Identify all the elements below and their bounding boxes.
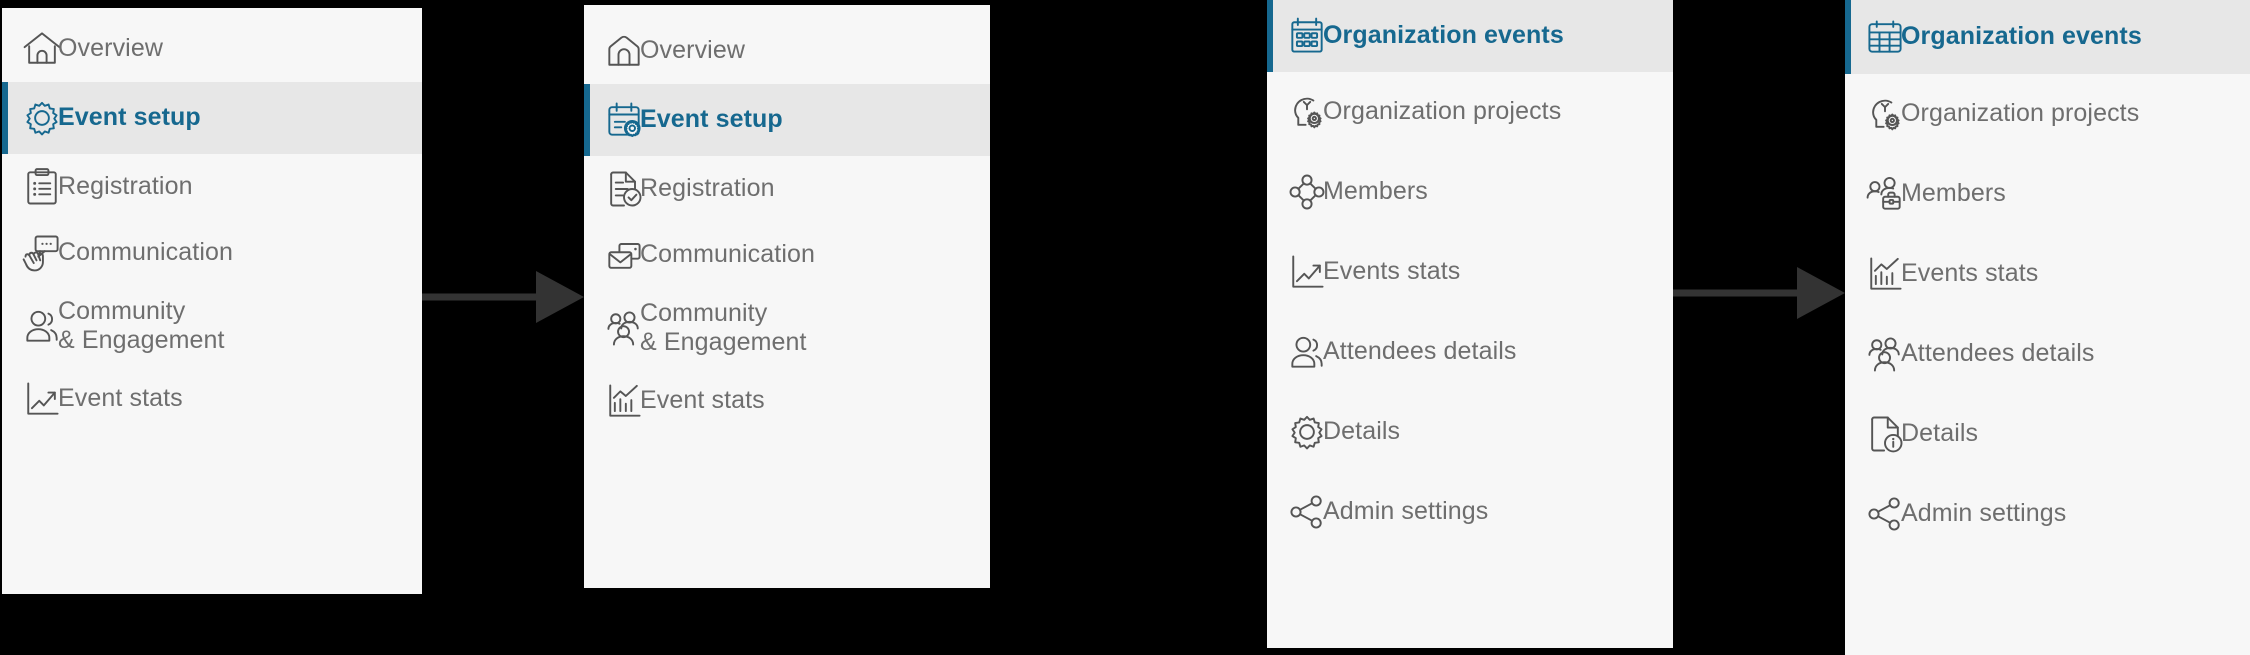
nav-item-communication[interactable]: Communication [584, 222, 990, 288]
active-indicator-bar [584, 368, 590, 434]
active-indicator-bar [1845, 0, 1851, 74]
active-indicator-bar [2, 16, 8, 82]
nav-item-label: Details [1323, 417, 1401, 446]
nav-item-label: Event setup [640, 105, 783, 134]
active-indicator-bar [1267, 0, 1273, 72]
nav-item-label: Admin settings [1901, 499, 2067, 528]
active-indicator-bar [2, 82, 8, 154]
nav-list: Organization events Organization projects… [1267, 0, 1673, 648]
nav-item-event-setup[interactable]: Event setup [2, 82, 422, 154]
nav-item-label: Community & Engagement [640, 298, 807, 357]
event-navigation-version-2: Overview Event setup Registration Communica… [584, 5, 990, 588]
active-indicator-bar [1845, 154, 1851, 234]
nav-list: Organization events Organization projects… [1845, 0, 2250, 655]
active-indicator-bar [1267, 152, 1273, 232]
active-indicator-bar [2, 154, 8, 220]
nav-item-attendees-details[interactable]: Attendees details [1845, 314, 2250, 394]
nav-item-community-engagement[interactable]: Community & Engagement [584, 288, 990, 368]
active-indicator-bar [1845, 74, 1851, 154]
nav-item-label: Admin settings [1323, 497, 1489, 526]
nav-item-organization-projects[interactable]: Organization projects [1267, 72, 1673, 152]
nav-item-event-stats[interactable]: Event stats [584, 368, 990, 434]
nav-item-events-stats[interactable]: Events stats [1845, 234, 2250, 314]
nav-item-details[interactable]: Details [1267, 392, 1673, 472]
active-indicator-bar [584, 222, 590, 288]
nav-item-label: Communication [58, 238, 233, 267]
nav-item-registration[interactable]: Registration [2, 154, 422, 220]
nav-item-label: Communication [640, 240, 815, 269]
nav-item-label: Event setup [58, 103, 201, 132]
nav-item-organization-events[interactable]: Organization events [1267, 0, 1673, 72]
nav-item-label: Members [1323, 177, 1428, 206]
flow-arrow-2 [1673, 267, 1845, 319]
diagram-canvas: Overview Event setup Registration Communica… [0, 0, 2250, 655]
nav-item-label: Organization projects [1901, 99, 2140, 128]
arrow-right-icon [1797, 267, 1845, 319]
nav-item-overview[interactable]: Overview [584, 18, 990, 84]
nav-item-attendees-details[interactable]: Attendees details [1267, 312, 1673, 392]
nav-item-event-setup[interactable]: Event setup [584, 84, 990, 156]
nav-item-label: Overview [640, 36, 745, 65]
nav-item-community-engagement[interactable]: Community & Engagement [2, 286, 422, 366]
nav-item-organization-projects[interactable]: Organization projects [1845, 74, 2250, 154]
nav-item-label: Events stats [1323, 257, 1461, 286]
event-navigation-version-1: Overview Event setup Registration Communica… [2, 8, 422, 594]
organization-navigation-version-1: Organization events Organization projects… [1267, 0, 1673, 648]
active-indicator-bar [584, 156, 590, 222]
nav-item-communication[interactable]: Communication [2, 220, 422, 286]
nav-item-label: Attendees details [1323, 337, 1517, 366]
active-indicator-bar [1267, 392, 1273, 472]
nav-list: Overview Event setup Registration Communica… [584, 5, 990, 588]
nav-item-label: Organization projects [1323, 97, 1562, 126]
nav-item-overview[interactable]: Overview [2, 16, 422, 82]
active-indicator-bar [1267, 312, 1273, 392]
organization-navigation-version-2: Organization events Organization projects… [1845, 0, 2250, 655]
nav-item-admin-settings[interactable]: Admin settings [1267, 472, 1673, 552]
nav-item-organization-events[interactable]: Organization events [1845, 0, 2250, 74]
active-indicator-bar [2, 366, 8, 432]
active-indicator-bar [1267, 232, 1273, 312]
active-indicator-bar [1267, 72, 1273, 152]
nav-item-members[interactable]: Members [1267, 152, 1673, 232]
nav-item-registration[interactable]: Registration [584, 156, 990, 222]
nav-item-label: Community & Engagement [58, 296, 225, 355]
nav-item-events-stats[interactable]: Events stats [1267, 232, 1673, 312]
nav-item-admin-settings[interactable]: Admin settings [1845, 474, 2250, 554]
active-indicator-bar [1845, 474, 1851, 554]
nav-item-label: Event stats [640, 386, 765, 415]
arrow-shaft [422, 293, 538, 301]
nav-item-members[interactable]: Members [1845, 154, 2250, 234]
nav-item-label: Registration [640, 174, 775, 203]
active-indicator-bar [1845, 394, 1851, 474]
arrow-right-icon [536, 271, 584, 323]
nav-item-details[interactable]: Details [1845, 394, 2250, 474]
active-indicator-bar [1845, 314, 1851, 394]
active-indicator-bar [584, 18, 590, 84]
active-indicator-bar [584, 288, 590, 368]
nav-item-event-stats[interactable]: Event stats [2, 366, 422, 432]
nav-item-label: Overview [58, 34, 163, 63]
nav-list: Overview Event setup Registration Communica… [2, 8, 422, 594]
nav-item-label: Members [1901, 179, 2006, 208]
nav-item-label: Attendees details [1901, 339, 2095, 368]
active-indicator-bar [2, 286, 8, 366]
active-indicator-bar [2, 220, 8, 286]
nav-item-label: Event stats [58, 384, 183, 413]
arrow-shaft [1673, 289, 1799, 297]
active-indicator-bar [1267, 472, 1273, 552]
flow-arrow-1 [422, 271, 584, 323]
nav-item-label: Organization events [1323, 21, 1564, 50]
nav-item-label: Organization events [1901, 22, 2142, 51]
nav-item-label: Details [1901, 419, 1979, 448]
active-indicator-bar [1845, 234, 1851, 314]
nav-item-label: Registration [58, 172, 193, 201]
nav-item-label: Events stats [1901, 259, 2039, 288]
active-indicator-bar [584, 84, 590, 156]
